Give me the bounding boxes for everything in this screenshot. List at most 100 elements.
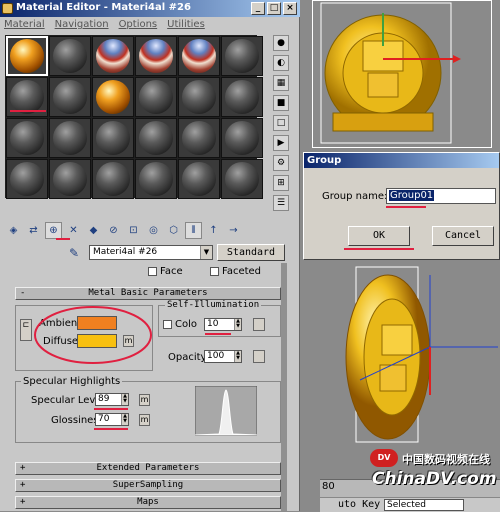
material-slot[interactable]	[92, 36, 134, 76]
material-slot[interactable]	[6, 77, 48, 117]
select-by-material-icon[interactable]: ⊞	[273, 175, 289, 191]
material-type-button[interactable]: Standard	[217, 244, 285, 261]
material-slot[interactable]	[49, 118, 91, 158]
rollout-scrollbar[interactable]	[281, 263, 287, 511]
material-slot[interactable]	[221, 159, 263, 199]
glossiness-spinner[interactable]: 70 ▲ ▼	[95, 413, 129, 426]
material-slot[interactable]	[92, 118, 134, 158]
faceted-checkbox-row[interactable]: Faceted	[210, 266, 261, 277]
spinner-arrows-icon[interactable]: ▲ ▼	[234, 319, 241, 330]
self-illum-spinner[interactable]: 10 ▲ ▼	[204, 318, 242, 331]
material-navigator-icon[interactable]: ☰	[273, 195, 289, 211]
menu-navigation[interactable]: Navigation	[55, 19, 109, 32]
cancel-button[interactable]: Cancel	[432, 226, 494, 246]
material-slot[interactable]	[49, 159, 91, 199]
make-preview-icon[interactable]: ▶	[273, 135, 289, 151]
supersampling-rollout[interactable]: + SuperSampling	[15, 479, 281, 492]
options-icon[interactable]: ⚙	[273, 155, 289, 171]
material-slot[interactable]	[135, 118, 177, 158]
material-sphere-preview	[10, 80, 44, 114]
material-sphere-preview	[182, 39, 216, 73]
show-map-in-viewport-icon[interactable]: ⬡	[165, 222, 182, 239]
metal-basic-parameters-rollout[interactable]: - Metal Basic Parameters	[15, 287, 281, 300]
minimize-button[interactable]: _	[251, 2, 265, 15]
video-color-check-icon[interactable]: □	[273, 115, 289, 131]
go-to-parent-icon[interactable]: ↑	[205, 222, 222, 239]
material-slot[interactable]	[49, 77, 91, 117]
spinner-arrows-icon[interactable]: ▲ ▼	[234, 351, 241, 362]
maps-rollout[interactable]: + Maps	[15, 496, 281, 509]
auto-key-button[interactable]: uto Key	[338, 499, 380, 510]
menu-material[interactable]: Material	[4, 19, 45, 32]
material-sphere-preview	[10, 121, 44, 155]
opacity-spinner[interactable]: 100 ▲ ▼	[204, 350, 242, 363]
put-to-library-icon[interactable]: ⊡	[125, 222, 142, 239]
group-name-input[interactable]: Group01	[386, 188, 496, 204]
material-name-row: ✎ Materi4al #26 ▼ Standard	[5, 244, 295, 262]
material-slot[interactable]	[221, 77, 263, 117]
material-slot[interactable]	[6, 118, 48, 158]
material-slot[interactable]	[221, 36, 263, 76]
group-name-label: Group name:	[322, 191, 388, 202]
pick-material-dropper-icon[interactable]: ✎	[69, 246, 79, 260]
maximize-button[interactable]: □	[267, 2, 281, 15]
show-end-result-icon[interactable]: ⫴	[185, 221, 202, 239]
material-editor-window: Material Editor - Materi4al #26 _ □ × Ma…	[0, 0, 300, 511]
horizontal-toolbar: ◈ ⇄ ⊕ ✕ ◆ ⊘ ⊡ ◎ ⬡ ⫴ ↑ →	[5, 220, 295, 240]
group-name-value: Group01	[389, 190, 435, 201]
material-slot[interactable]	[6, 36, 48, 76]
material-slot[interactable]	[178, 159, 220, 199]
menu-options[interactable]: Options	[119, 19, 158, 32]
material-name-field[interactable]: Materi4al #26 ▼	[89, 245, 213, 260]
get-material-icon[interactable]: ◈	[5, 222, 22, 239]
material-slot[interactable]	[6, 159, 48, 199]
material-slot[interactable]	[135, 159, 177, 199]
material-slot[interactable]	[178, 36, 220, 76]
material-slot[interactable]	[178, 77, 220, 117]
material-slot[interactable]	[178, 118, 220, 158]
highlight-curve-graph	[195, 386, 257, 436]
material-sphere-preview	[225, 121, 259, 155]
material-slot[interactable]	[92, 77, 134, 117]
self-illum-color-checkbox[interactable]	[163, 319, 172, 329]
opacity-label: Opacity:	[168, 352, 210, 363]
key-filter-select[interactable]: Selected	[384, 499, 464, 511]
face-checkbox[interactable]	[148, 266, 157, 276]
menu-utilities[interactable]: Utilities	[167, 19, 205, 32]
make-unique-icon[interactable]: ⊘	[105, 222, 122, 239]
material-slot[interactable]	[92, 159, 134, 199]
background-icon[interactable]: ▦	[273, 75, 289, 91]
glossiness-value: 70	[98, 414, 110, 424]
spinner-arrows-icon[interactable]: ▲ ▼	[121, 414, 128, 425]
self-illum-map-button[interactable]	[253, 318, 265, 331]
backlight-icon[interactable]: ◐	[273, 55, 289, 71]
ok-button[interactable]: OK	[348, 226, 410, 246]
material-slot[interactable]	[135, 77, 177, 117]
chinadv-watermark: DV 中国数码视频在线 ChinaDV.com	[362, 443, 500, 493]
specular-level-map-button[interactable]: m	[139, 394, 150, 406]
faceted-checkbox[interactable]	[210, 266, 219, 276]
uv-tiling-icon[interactable]: ■	[273, 95, 289, 111]
glossiness-map-button[interactable]: m	[139, 414, 150, 426]
face-checkbox-row[interactable]: Face	[148, 266, 183, 277]
self-illum-color-checkbox-row[interactable]: Colo	[163, 319, 197, 330]
metal-rollout-title: Metal Basic Parameters	[88, 288, 208, 298]
material-slot[interactable]	[135, 36, 177, 76]
close-button[interactable]: ×	[283, 2, 297, 15]
extended-parameters-rollout[interactable]: + Extended Parameters	[15, 462, 281, 475]
go-forward-sibling-icon[interactable]: →	[225, 222, 242, 239]
put-to-scene-icon[interactable]: ⇄	[25, 222, 42, 239]
reset-map-icon[interactable]: ✕	[65, 222, 82, 239]
chevron-down-icon[interactable]: ▼	[200, 246, 212, 259]
make-copy-icon[interactable]: ◆	[85, 222, 102, 239]
specular-level-spinner[interactable]: 89 ▲ ▼	[95, 393, 129, 406]
sample-type-icon[interactable]: ●	[273, 35, 289, 51]
viewport-front[interactable]	[312, 0, 492, 148]
material-slot[interactable]	[221, 118, 263, 158]
material-sphere-preview	[139, 121, 173, 155]
material-effects-channel-icon[interactable]: ◎	[145, 222, 162, 239]
opacity-map-button[interactable]	[253, 350, 265, 363]
spinner-arrows-icon[interactable]: ▲ ▼	[121, 394, 128, 405]
assign-to-selection-icon[interactable]: ⊕	[45, 221, 62, 239]
material-slot[interactable]	[49, 36, 91, 76]
